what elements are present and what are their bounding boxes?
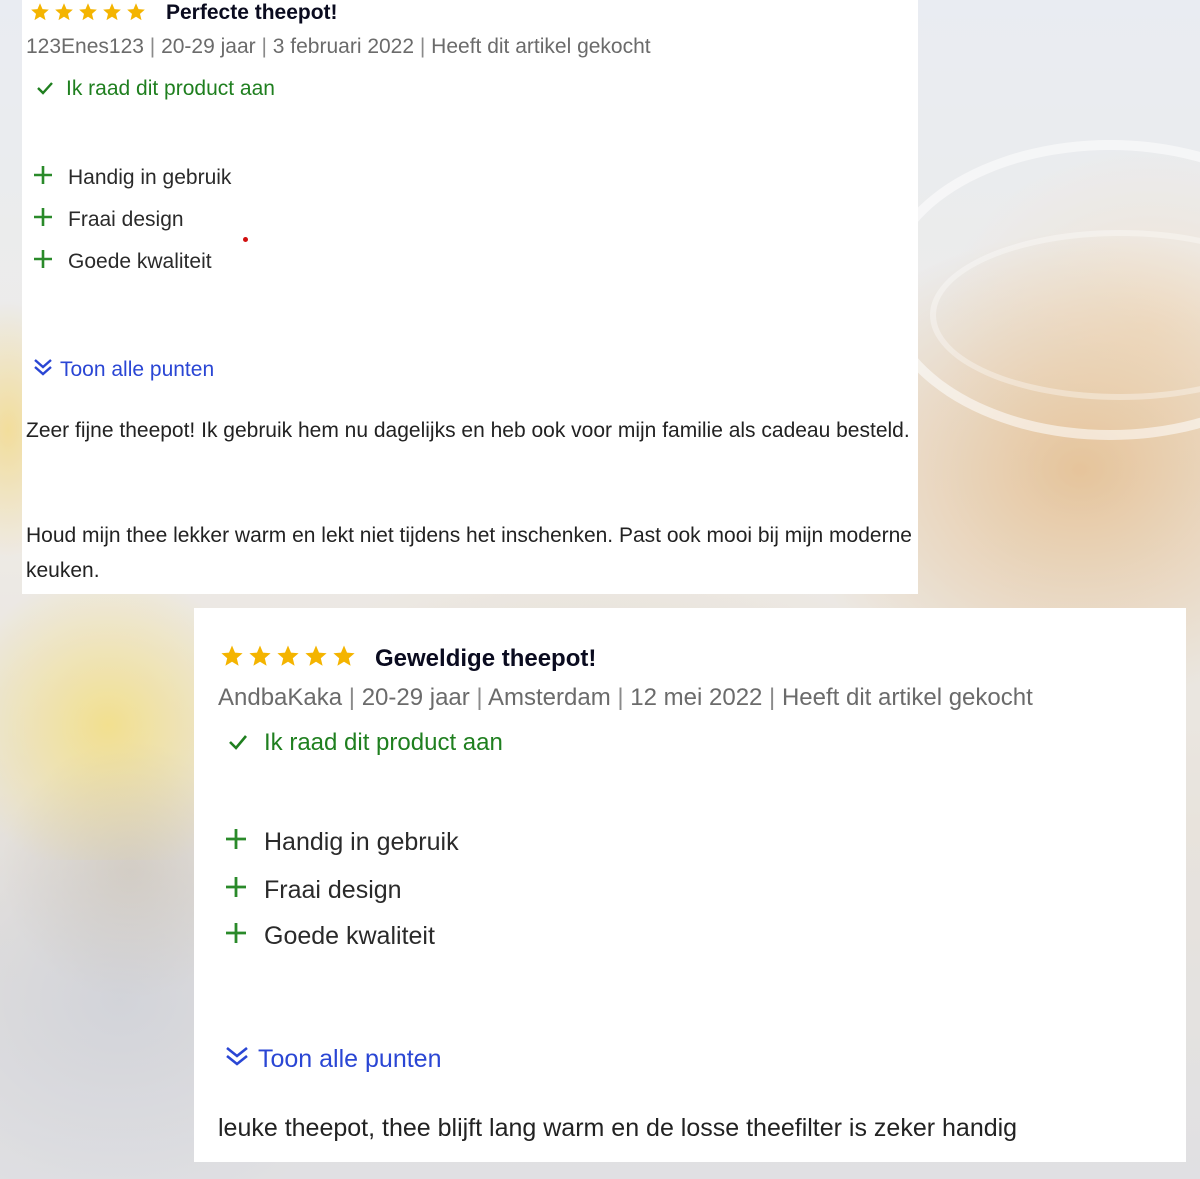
plus-icon bbox=[224, 875, 248, 906]
review-body-paragraph: Zeer fijne theepot! Ik gebruik hem nu da… bbox=[26, 419, 910, 442]
pro-label: Goede kwaliteit bbox=[68, 250, 212, 273]
meta-item: 123Enes123 bbox=[26, 35, 144, 58]
meta-separator: | bbox=[610, 684, 631, 711]
show-all-points-label: Toon alle punten bbox=[258, 1045, 442, 1073]
meta-item: Heeft dit artikel gekocht bbox=[431, 35, 651, 58]
meta-separator: | bbox=[255, 35, 273, 58]
review-body-paragraph: leuke theepot, thee blijft lang warm en … bbox=[218, 1114, 1018, 1142]
recommend-label: Ik raad dit product aan bbox=[66, 77, 275, 100]
plus-icon bbox=[224, 827, 248, 858]
meta-item: Amsterdam bbox=[488, 684, 611, 711]
meta-item: 20-29 jaar bbox=[361, 684, 470, 711]
review-card: Geweldige theepot! AndbaKaka | 20-29 jaa… bbox=[194, 608, 1186, 1162]
star-icon bbox=[248, 644, 272, 668]
check-icon bbox=[228, 729, 248, 757]
recommend-badge: Ik raad dit product aan bbox=[228, 729, 503, 757]
meta-item: 3 februari 2022 bbox=[272, 35, 415, 58]
recommend-badge: Ik raad dit product aan bbox=[36, 77, 275, 101]
pro-label: Handig in gebruik bbox=[68, 166, 232, 189]
review-meta: AndbaKaka | 20-29 jaar | Amsterdam | 12 … bbox=[218, 684, 1033, 712]
star-icon bbox=[126, 2, 146, 22]
meta-separator: | bbox=[143, 35, 162, 58]
pro-item: Goede kwaliteit bbox=[32, 248, 212, 276]
review-title: Perfecte theepot! bbox=[166, 1, 338, 24]
check-icon bbox=[36, 77, 54, 101]
double-chevron-down-icon bbox=[32, 356, 54, 384]
red-dot-marker bbox=[243, 237, 248, 242]
pro-label: Goede kwaliteit bbox=[264, 922, 435, 950]
star-icon bbox=[276, 644, 300, 668]
meta-separator: | bbox=[414, 35, 432, 58]
star-icon bbox=[102, 2, 122, 22]
meta-item: 20-29 jaar bbox=[161, 35, 256, 58]
star-icon bbox=[54, 2, 74, 22]
meta-item: AndbaKaka bbox=[218, 684, 343, 711]
meta-separator: | bbox=[342, 684, 362, 711]
pro-item: Fraai design bbox=[32, 206, 184, 234]
pro-item: Handig in gebruik bbox=[32, 164, 231, 192]
pro-item: Fraai design bbox=[224, 875, 402, 906]
meta-separator: | bbox=[469, 684, 489, 711]
meta-separator: | bbox=[762, 684, 782, 711]
plus-icon bbox=[224, 921, 248, 952]
review-body-paragraph: Houd mijn thee lekker warm en lekt niet … bbox=[26, 524, 912, 582]
plus-icon bbox=[32, 248, 54, 276]
recommend-label: Ik raad dit product aan bbox=[264, 729, 503, 756]
review-meta: 123Enes123 | 20-29 jaar | 3 februari 202… bbox=[26, 35, 651, 59]
plus-icon bbox=[32, 206, 54, 234]
star-icon bbox=[30, 2, 50, 22]
pro-item: Goede kwaliteit bbox=[224, 921, 435, 952]
pro-label: Handig in gebruik bbox=[264, 828, 459, 856]
pro-label: Fraai design bbox=[68, 208, 184, 231]
plus-icon bbox=[32, 164, 54, 192]
meta-item: Heeft dit artikel gekocht bbox=[781, 684, 1033, 711]
show-all-points-link[interactable]: Toon alle punten bbox=[32, 356, 214, 384]
show-all-points-label: Toon alle punten bbox=[60, 358, 215, 381]
star-icon bbox=[78, 2, 98, 22]
star-rating bbox=[220, 644, 356, 668]
star-rating bbox=[30, 2, 146, 22]
pro-label: Fraai design bbox=[264, 876, 402, 904]
review-title: Geweldige theepot! bbox=[375, 645, 597, 672]
star-icon bbox=[304, 644, 328, 668]
double-chevron-down-icon bbox=[224, 1043, 250, 1076]
show-all-points-link[interactable]: Toon alle punten bbox=[224, 1043, 441, 1076]
pro-item: Handig in gebruik bbox=[224, 827, 459, 858]
star-icon bbox=[220, 644, 244, 668]
star-icon bbox=[332, 644, 356, 668]
meta-item: 12 mei 2022 bbox=[630, 684, 763, 711]
review-card: Perfecte theepot! 123Enes123 | 20-29 jaa… bbox=[22, 0, 918, 594]
